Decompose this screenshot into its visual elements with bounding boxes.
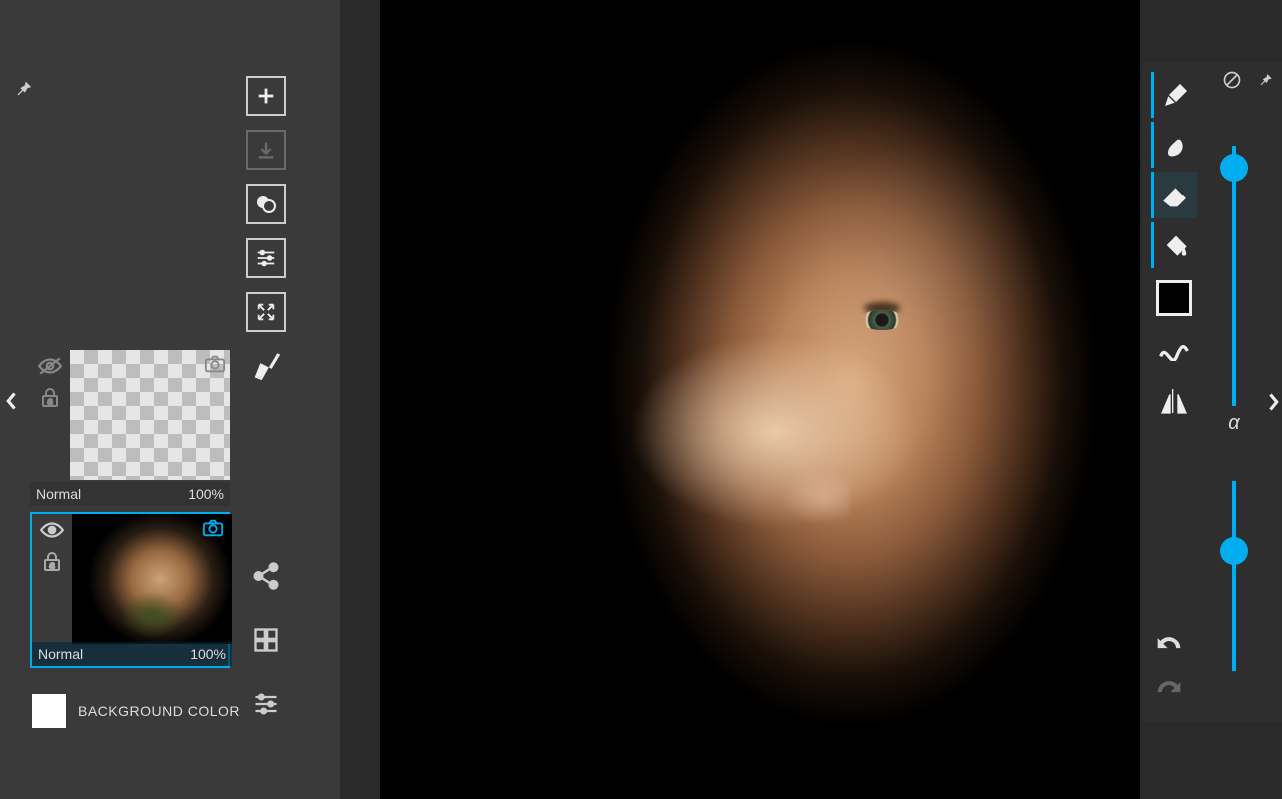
tools-panel-top bbox=[1222, 70, 1274, 90]
transform-layer-button[interactable] bbox=[246, 292, 286, 332]
layer-footer: Normal 100% bbox=[32, 642, 232, 666]
settings-button[interactable] bbox=[246, 684, 286, 724]
lock-alpha-icon: a bbox=[38, 386, 62, 410]
reference-photo-toggle[interactable] bbox=[202, 518, 224, 538]
layer-blend-mode[interactable]: Normal bbox=[36, 486, 81, 502]
grid-icon bbox=[252, 626, 280, 654]
undo-button[interactable] bbox=[1152, 628, 1186, 654]
size-slider-knob[interactable] bbox=[1220, 154, 1248, 182]
undo-redo-block bbox=[1152, 628, 1186, 698]
size-slider[interactable] bbox=[1232, 146, 1236, 406]
share-button[interactable] bbox=[246, 556, 286, 596]
sliders-icon bbox=[255, 247, 277, 269]
layer-blend-mode[interactable]: Normal bbox=[38, 646, 83, 662]
svg-text:a: a bbox=[47, 396, 52, 406]
eye-off-icon bbox=[37, 356, 63, 376]
canvas-area[interactable] bbox=[380, 0, 1140, 799]
layer-item-selected[interactable]: a Normal 100% bbox=[30, 512, 230, 668]
lock-alpha-icon: a bbox=[40, 550, 64, 574]
camera-icon bbox=[202, 518, 224, 538]
opacity-slider[interactable] bbox=[1232, 481, 1236, 671]
reference-photo-toggle[interactable] bbox=[204, 354, 226, 374]
stroke-tool[interactable] bbox=[1151, 328, 1197, 374]
layer-opacity[interactable]: 100% bbox=[190, 646, 226, 662]
layer-actions-column bbox=[246, 76, 286, 386]
pin-icon bbox=[1256, 71, 1274, 89]
background-color-row: BACKGROUND COLOR bbox=[32, 694, 240, 728]
fill-tool[interactable] bbox=[1151, 222, 1197, 268]
eraser-tool[interactable] bbox=[1151, 172, 1197, 218]
color-swatch[interactable] bbox=[1156, 280, 1192, 316]
disable-button[interactable] bbox=[1222, 70, 1242, 90]
clear-layer-button[interactable] bbox=[246, 346, 286, 386]
background-color-swatch[interactable] bbox=[32, 694, 66, 728]
eye-icon bbox=[39, 520, 65, 540]
arrow-down-box-icon bbox=[255, 139, 277, 161]
expand-right-handle[interactable] bbox=[1266, 392, 1280, 412]
layer-options-button[interactable] bbox=[246, 238, 286, 278]
camera-icon bbox=[204, 354, 226, 374]
expand-arrows-icon bbox=[255, 301, 277, 323]
layer-item[interactable]: a Normal 100% bbox=[30, 350, 230, 506]
pen-tool[interactable] bbox=[1151, 72, 1197, 118]
smudge-icon bbox=[1160, 129, 1192, 161]
visibility-toggle[interactable] bbox=[37, 356, 63, 376]
layer-side-controls: a bbox=[32, 514, 72, 644]
redo-icon bbox=[1152, 672, 1186, 698]
collapse-left-handle[interactable] bbox=[0, 384, 24, 418]
duplicate-layer-button[interactable] bbox=[246, 184, 286, 224]
opacity-slider-knob[interactable] bbox=[1220, 537, 1248, 565]
mirror-icon bbox=[1158, 385, 1190, 417]
alpha-lock-toggle[interactable]: a bbox=[38, 386, 62, 410]
brush-sweep-icon bbox=[249, 349, 283, 383]
overlap-circles-icon bbox=[254, 192, 278, 216]
share-icon bbox=[251, 561, 281, 591]
chevron-right-icon bbox=[1266, 392, 1280, 412]
visibility-toggle[interactable] bbox=[39, 520, 65, 540]
redo-button[interactable] bbox=[1152, 672, 1186, 698]
background-color-label: BACKGROUND COLOR bbox=[78, 703, 240, 719]
svg-text:a: a bbox=[49, 560, 54, 570]
add-layer-button[interactable] bbox=[246, 76, 286, 116]
wave-icon bbox=[1158, 341, 1190, 361]
layers-panel: a Normal 100% a Normal 100% bbox=[0, 0, 340, 799]
grid-menu-button[interactable] bbox=[246, 620, 286, 660]
symmetry-tool[interactable] bbox=[1151, 378, 1197, 424]
eraser-icon bbox=[1159, 178, 1193, 212]
sliders-column: α bbox=[1214, 136, 1254, 698]
pin-panel-button[interactable] bbox=[12, 78, 34, 100]
pen-nib-icon bbox=[1160, 79, 1192, 111]
merge-down-button[interactable] bbox=[246, 130, 286, 170]
layer-opacity[interactable]: 100% bbox=[188, 486, 224, 502]
tool-column bbox=[1150, 72, 1198, 424]
layer-footer: Normal 100% bbox=[30, 482, 230, 506]
alpha-lock-toggle[interactable]: a bbox=[40, 550, 64, 574]
panel-bottom-actions bbox=[246, 556, 286, 724]
pin-tools-button[interactable] bbox=[1256, 71, 1274, 89]
smudge-tool[interactable] bbox=[1151, 122, 1197, 168]
tools-panel: α bbox=[1142, 62, 1282, 722]
plus-icon bbox=[255, 85, 277, 107]
paint-bucket-icon bbox=[1160, 229, 1192, 261]
alpha-label: α bbox=[1228, 412, 1239, 435]
artwork-portrait bbox=[380, 0, 1140, 799]
undo-icon bbox=[1152, 628, 1186, 654]
no-symbol-icon bbox=[1222, 70, 1242, 90]
sliders-icon bbox=[252, 690, 280, 718]
chevron-left-icon bbox=[5, 391, 19, 411]
layer-side-controls: a bbox=[30, 350, 70, 480]
